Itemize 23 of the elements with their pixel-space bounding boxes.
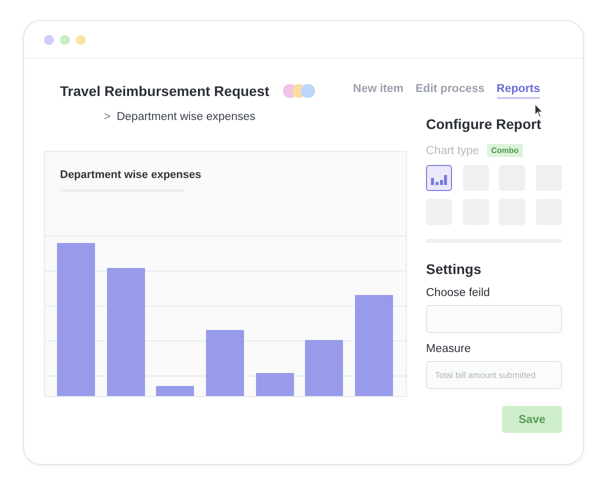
chart-type-badge: Combo bbox=[487, 144, 523, 157]
chart-bar bbox=[156, 386, 194, 396]
field-label: Measure bbox=[426, 343, 472, 355]
section-title: Settings bbox=[426, 261, 482, 277]
breadcrumb-link[interactable]: Department wise expenses bbox=[116, 111, 256, 123]
nav-tab[interactable]: New item bbox=[353, 83, 404, 99]
chart-bar bbox=[256, 373, 294, 396]
nav-tab[interactable]: Edit process bbox=[416, 83, 485, 99]
cursor-icon bbox=[534, 103, 544, 118]
chevron-icon: > bbox=[104, 111, 111, 123]
chart-type-label: Chart type bbox=[426, 144, 480, 156]
chart-type-tile[interactable] bbox=[426, 165, 452, 191]
save-button[interactable]: Save bbox=[502, 406, 562, 433]
field-label: Choose feild bbox=[426, 287, 491, 299]
chart-bar bbox=[305, 340, 343, 396]
chart-title: Department wise expenses bbox=[60, 169, 202, 181]
page-title: Travel Reimbursement Request bbox=[60, 83, 270, 99]
input-field[interactable] bbox=[426, 305, 562, 333]
input-field[interactable]: Total bill amount submitted bbox=[426, 361, 562, 389]
section-title: Configure Report bbox=[426, 116, 542, 132]
bar-chart-icon bbox=[431, 175, 447, 185]
nav-tab[interactable]: Reports bbox=[496, 83, 540, 99]
chart-bar bbox=[206, 330, 244, 396]
